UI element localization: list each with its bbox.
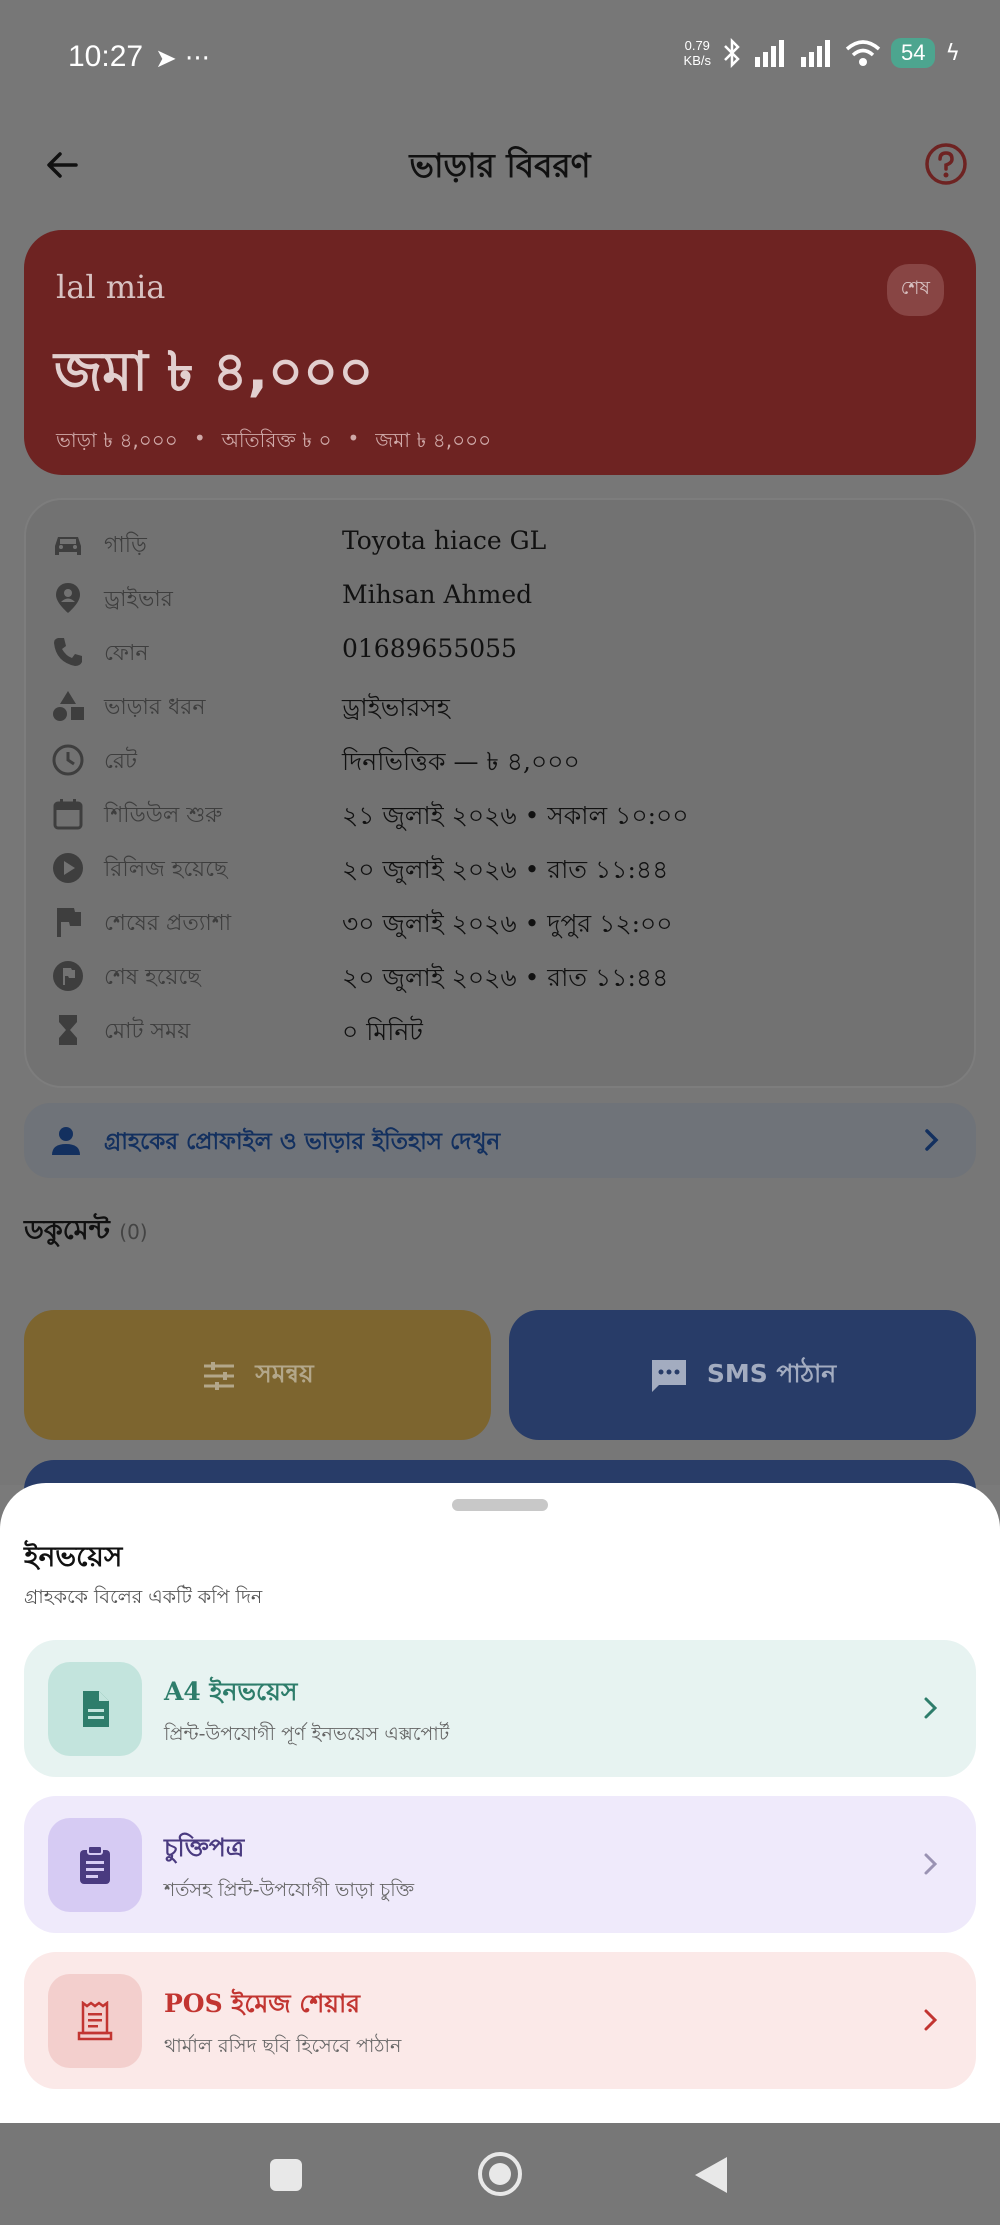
chevron-right-icon (924, 1853, 938, 1875)
system-nav-bar (0, 2123, 1000, 2225)
battery-badge: 54 (891, 38, 936, 68)
drag-handle[interactable] (452, 1499, 548, 1511)
deposit-amount-small: জমা ৳ ৪,০০০ (375, 428, 492, 452)
car-icon (55, 537, 81, 555)
status-bar: 10:27 ➤ ··· 0.79 KB/s 54 ϟ (0, 0, 1000, 120)
chevron-right-icon (924, 1697, 938, 1719)
recents-button[interactable] (270, 2159, 302, 2191)
detail-row-ended: শেষ হয়েছে ২০ জুলাই ২০২৬ • রাত ১১:৪৪ (26, 950, 978, 1004)
flag-icon (57, 908, 81, 937)
calendar-icon (53, 799, 83, 830)
a4-invoice-option[interactable]: A4 ইনভয়েস প্রিন্ট-উপযোগী পূর্ণ ইনভয়েস … (24, 1640, 976, 1777)
contract-icon-box (48, 1818, 142, 1912)
documents-count: (0) (119, 1220, 148, 1244)
detail-row-schedule-start: শিডিউল শুরু ২১ জুলাই ২০২৬ • সকাল ১০:০০ (26, 788, 978, 842)
signal-icon (755, 40, 784, 67)
home-button[interactable] (478, 2152, 522, 2196)
document-icon (83, 1691, 109, 1727)
sync-button[interactable]: সমন্বয় (24, 1310, 491, 1440)
status-time: 10:27 (68, 40, 144, 73)
status-badge: শেষ (886, 264, 944, 316)
help-icon[interactable] (922, 140, 970, 188)
deposit-amount: জমা ৳ ৪,০০০ (54, 340, 374, 403)
invoice-bottom-sheet: ইনভয়েস গ্রাহককে বিলের একটি কপি দিন A4 ই… (0, 1483, 1000, 2123)
play-circle-icon (53, 853, 83, 883)
receipt-icon (77, 2001, 113, 2041)
page-title: ভাড়ার বিবরণ (409, 146, 591, 185)
customer-profile-link[interactable]: গ্রাহকের প্রোফাইল ও ভাড়ার ইতিহাস দেখুন (24, 1103, 976, 1178)
amount-breakdown: ভাড়া ৳ ৪,০০০ • অতিরিক্ত ৳ ০ • জমা ৳ ৪,০… (56, 426, 491, 459)
detail-row-expected-end: শেষের প্রত্যাশা ৩০ জুলাই ২০২৬ • দুপুর ১২… (26, 896, 978, 950)
send-sms-button[interactable]: SMS পাঠান (509, 1310, 976, 1440)
detail-row-rent-type: ভাড়ার ধরন ড্রাইভারসহ (26, 680, 978, 734)
chevron-right-icon (924, 2009, 938, 2031)
extra-amount: অতিরিক্ত ৳ ০ (221, 428, 332, 452)
contract-option[interactable]: চুক্তিপত্র শর্তসহ প্রিন্ট-উপযোগী ভাড়া চ… (24, 1796, 976, 1933)
rental-detail-page: lal mia শেষ জমা ৳ ৪,০০০ ভাড়া ৳ ৪,০০০ • … (0, 215, 1000, 1500)
charging-icon: ϟ (945, 40, 960, 66)
flag-circle-icon (53, 961, 83, 991)
signal-icon (801, 40, 830, 67)
sheet-subtitle: গ্রাহককে বিলের একটি কপি দিন (24, 1586, 263, 1608)
phone-icon (54, 638, 82, 666)
app-bar: ভাড়ার বিবরণ (0, 120, 1000, 215)
driver-pin-icon (56, 583, 80, 613)
clock-icon (52, 744, 84, 776)
telegram-icon: ➤ ··· (155, 44, 210, 74)
detail-row-total-time: মোট সময় ০ মিনিট (26, 1004, 978, 1058)
detail-row-phone: ফোন 01689655055 (26, 626, 978, 680)
pos-icon-box (48, 1974, 142, 2068)
rental-summary-card: lal mia শেষ জমা ৳ ৪,০০০ ভাড়া ৳ ৪,০০০ • … (24, 230, 976, 475)
documents-heading: ডকুমেন্ট (0) (24, 1215, 148, 1246)
person-icon (52, 1127, 80, 1155)
rental-details-card: গাড়ি Toyota hiace GL ড্রাইভার Mihsan Ah… (24, 498, 976, 1088)
a4-icon-box (48, 1662, 142, 1756)
detail-row-driver: ড্রাইভার Mihsan Ahmed (26, 572, 978, 626)
chevron-right-icon (925, 1129, 939, 1151)
bluetooth-icon (724, 38, 740, 68)
detail-row-rate: রেট দিনভিত্তিক — ৳ ৪,০০০ (26, 734, 978, 788)
detail-row-released: রিলিজ হয়েছে ২০ জুলাই ২০২৬ • রাত ১১:৪৪ (26, 842, 978, 896)
clipboard-icon (80, 1845, 110, 1884)
rent-amount: ভাড়া ৳ ৪,০০০ (56, 428, 178, 452)
tune-icon (204, 1361, 235, 1390)
detail-row-vehicle: গাড়ি Toyota hiace GL (26, 518, 978, 572)
status-right: 0.79 KB/s 54 ϟ (684, 38, 960, 68)
hourglass-icon (59, 1015, 77, 1045)
pos-image-share-option[interactable]: POS ইমেজ শেয়ার থার্মাল রসিদ ছবি হিসেবে … (24, 1952, 976, 2089)
network-speed: 0.79 KB/s (683, 38, 711, 68)
sms-icon (651, 1359, 686, 1392)
sheet-title: ইনভয়েস (24, 1540, 123, 1573)
customer-name: lal mia (56, 268, 166, 306)
back-button[interactable] (695, 2157, 727, 2193)
shapes-icon (53, 691, 84, 721)
wifi-icon (845, 40, 881, 66)
